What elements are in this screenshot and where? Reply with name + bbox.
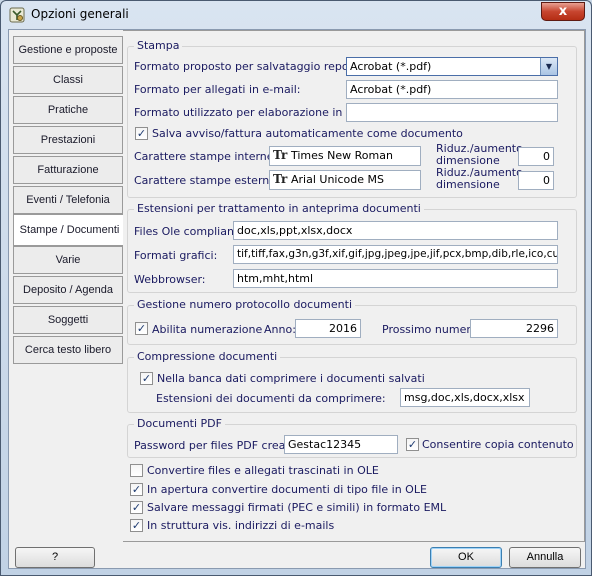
tab-stampe-documenti[interactable]: Stampe / Documenti	[13, 214, 125, 246]
tab-fatturazione[interactable]: Fatturazione	[13, 156, 123, 184]
formato-salvataggio-value: Acrobat (*.pdf)	[350, 60, 432, 73]
riduz-esterne-label: Riduz./aumento dimensione	[436, 166, 523, 191]
close-icon: x	[558, 4, 568, 19]
window-title: Opzioni generali	[31, 7, 129, 21]
anno-field[interactable]: 2016	[295, 319, 361, 338]
tab-classi[interactable]: Classi	[13, 66, 123, 94]
password-pdf-field[interactable]: Gestac12345	[284, 435, 398, 454]
ok-button[interactable]: OK	[430, 547, 502, 568]
group-protocollo: Gestione numero protocollo documenti ✓ A…	[127, 298, 577, 345]
formati-grafici-label: Formati grafici:	[134, 249, 218, 262]
apertura-ole-checkbox[interactable]: ✓	[130, 483, 143, 496]
group-estensioni-title: Estensioni per trattamento in anteprima …	[134, 202, 424, 215]
font-icon: Tr	[273, 172, 288, 186]
salva-avviso-label: Salva avviso/fattura automaticamente com…	[152, 127, 463, 140]
help-button[interactable]: ?	[15, 547, 95, 568]
struttura-email-label: In struttura vis. indirizzi di e-mails	[147, 519, 335, 532]
webbrowser-field[interactable]: htm,mht,html	[233, 269, 558, 288]
car-esterne-label: Carattere stampe esterne:	[134, 174, 280, 187]
formato-email-label: Formato per allegati in e-mail:	[134, 83, 301, 96]
riduz-interne-field[interactable]: 0	[518, 147, 554, 166]
car-interne-value: Times New Roman	[291, 149, 393, 162]
group-compressione-title: Compressione documenti	[134, 350, 281, 363]
formati-grafici-field[interactable]: tif,tiff,fax,g3n,g3f,xif,gif,jpg,jpeg,jp…	[233, 245, 558, 264]
comprimi-label: Nella banca dati comprimere i documenti …	[157, 372, 425, 385]
tab-cerca-testo-libero[interactable]: Cerca testo libero	[13, 336, 123, 364]
close-button[interactable]: x	[541, 2, 585, 21]
group-pdf: Documenti PDF Password per files PDF cre…	[127, 417, 577, 458]
cancel-button[interactable]: Annulla	[509, 547, 581, 568]
formato-word-field[interactable]	[346, 103, 558, 122]
formato-salvataggio-select[interactable]: Acrobat (*.pdf) ▼	[346, 57, 558, 76]
salvare-eml-checkbox[interactable]: ✓	[130, 501, 143, 514]
tab-eventi-telefonia[interactable]: Eventi / Telefonia	[13, 186, 123, 214]
tab-pratiche[interactable]: Pratiche	[13, 96, 123, 124]
abilita-numerazione-label: Abilita numerazione	[152, 323, 263, 336]
riduz-interne-label: Riduz./aumento dimensione	[436, 142, 523, 167]
formato-word-label: Formato utilizzato per elaborazione in w…	[134, 106, 377, 119]
apertura-ole-label: In apertura convertire documenti di tipo…	[147, 483, 427, 496]
tab-prestazioni[interactable]: Prestazioni	[13, 126, 123, 154]
options-window: Opzioni generali x Gestione e proposte C…	[0, 0, 592, 576]
webbrowser-label: Webbrowser:	[134, 273, 206, 286]
anno-label: Anno:	[264, 323, 296, 336]
prossimo-numero-field[interactable]: 2296	[470, 319, 558, 338]
tab-deposito-agenda[interactable]: Deposito / Agenda	[13, 276, 123, 304]
convertire-ole-label: Convertire files e allegati trascinati i…	[147, 464, 379, 477]
files-ole-field[interactable]: doc,xls,ppt,xlsx,docx	[233, 221, 558, 240]
tab-varie[interactable]: Varie	[13, 246, 123, 274]
font-icon: Tr	[273, 148, 288, 162]
estensioni-comprimere-field[interactable]: msg,doc,xls,docx,xlsx	[400, 388, 530, 407]
convertire-ole-checkbox[interactable]	[130, 464, 143, 477]
car-esterne-value: Arial Unicode MS	[291, 173, 384, 186]
title-bar: Opzioni generali x	[1, 1, 591, 29]
group-estensioni: Estensioni per trattamento in anteprima …	[127, 202, 577, 293]
abilita-numerazione-checkbox[interactable]: ✓	[135, 322, 148, 335]
group-protocollo-title: Gestione numero protocollo documenti	[134, 298, 355, 311]
tab-soggetti[interactable]: Soggetti	[13, 306, 123, 334]
app-icon	[9, 7, 25, 23]
tab-content-stampe-documenti: Stampa Formato proposto per salvataggio …	[123, 30, 585, 542]
group-pdf-title: Documenti PDF	[134, 417, 225, 430]
car-interne-field[interactable]: Tr Times New Roman	[269, 146, 421, 166]
formato-salvataggio-label: Formato proposto per salvataggio report:	[134, 60, 362, 73]
struttura-email-checkbox[interactable]: ✓	[130, 519, 143, 532]
prossimo-numero-label: Prossimo numero:	[382, 323, 482, 336]
car-esterne-field[interactable]: Tr Arial Unicode MS	[269, 170, 421, 190]
formato-email-field[interactable]: Acrobat (*.pdf)	[346, 80, 558, 99]
consentire-copia-label: Consentire copia contenuto	[422, 438, 574, 451]
tab-gestione-e-proposte[interactable]: Gestione e proposte	[13, 36, 123, 64]
consentire-copia-checkbox[interactable]: ✓	[406, 438, 419, 451]
password-pdf-label: Password per files PDF creati:	[134, 439, 297, 452]
group-stampa: Stampa Formato proposto per salvataggio …	[127, 39, 577, 198]
estensioni-comprimere-label: Estensioni dei documenti da comprimere:	[156, 392, 386, 405]
car-interne-label: Carattere stampe interne:	[134, 150, 278, 163]
comprimi-checkbox[interactable]: ✓	[140, 372, 153, 385]
dialog-client: Gestione e proposte Classi Pratiche Pres…	[8, 29, 586, 569]
riduz-esterne-field[interactable]: 0	[518, 171, 554, 190]
salvare-eml-label: Salvare messaggi firmati (PEC e simili) …	[147, 501, 447, 514]
salva-avviso-checkbox[interactable]: ✓	[135, 127, 148, 140]
group-stampa-title: Stampa	[134, 39, 183, 52]
files-ole-label: Files Ole compliant:	[134, 225, 242, 238]
chevron-down-icon[interactable]: ▼	[540, 58, 557, 75]
group-compressione: Compressione documenti ✓ Nella banca dat…	[127, 350, 577, 413]
